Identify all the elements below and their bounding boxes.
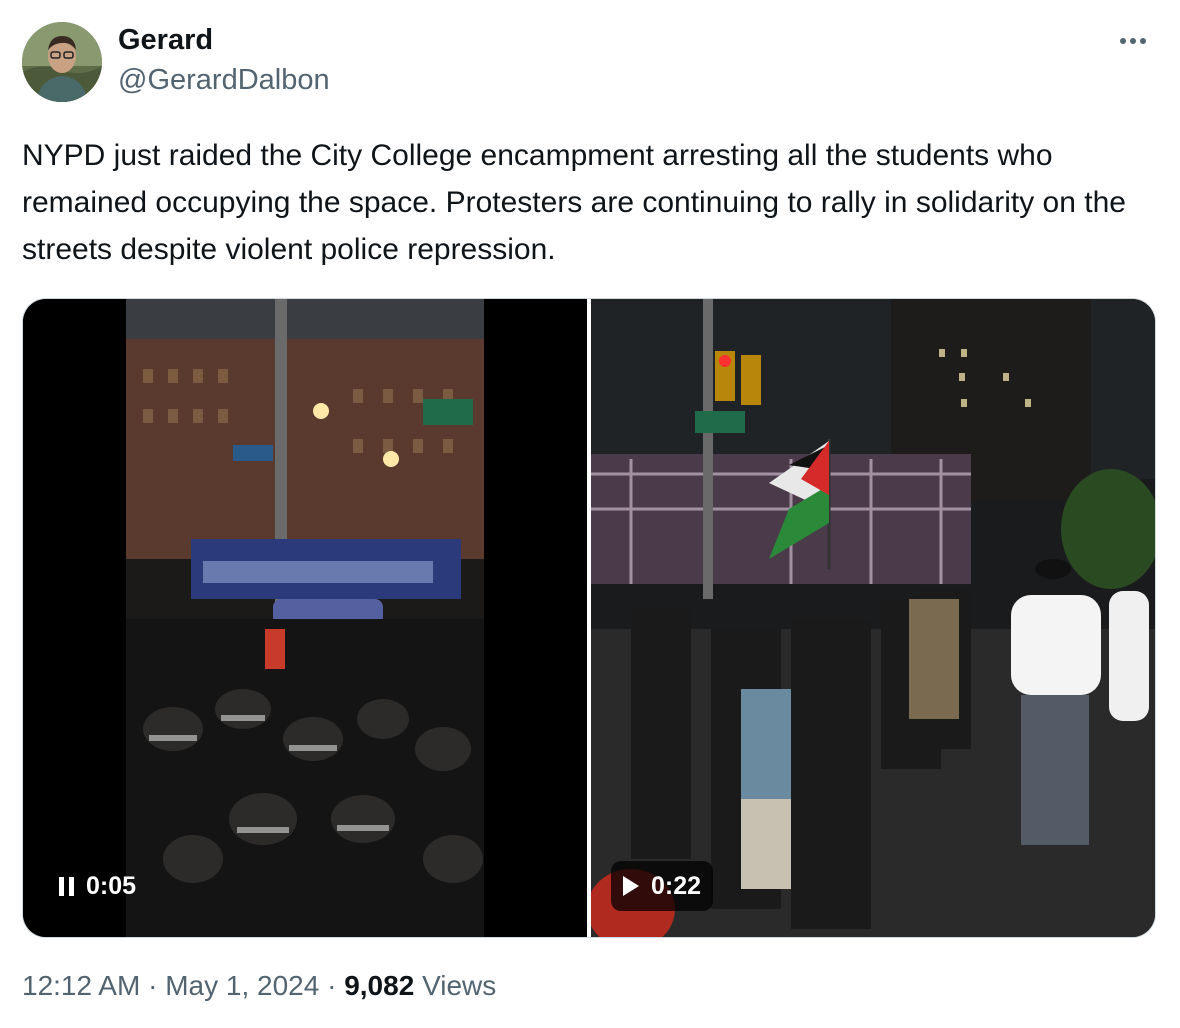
video-right-timestamp: 0:22: [651, 871, 702, 900]
tweet-date[interactable]: May 1, 2024: [165, 970, 319, 1001]
meta-separator: ·: [148, 970, 158, 1001]
more-icon: [1120, 38, 1146, 44]
tweet-time[interactable]: 12:12 AM: [22, 970, 140, 1001]
avatar-image: [22, 22, 102, 102]
play-icon[interactable]: [623, 876, 639, 896]
meta-separator: ·: [327, 970, 337, 1001]
tweet-meta: 12:12 AM · May 1, 2024 · 9,082 Views: [22, 970, 496, 1002]
media-grid: 0:05 0:22: [22, 298, 1156, 938]
avatar[interactable]: [22, 22, 102, 102]
handle[interactable]: @GerardDalbon: [118, 64, 330, 97]
pause-icon[interactable]: [59, 876, 74, 896]
video-right-frame: [591, 299, 1155, 937]
display-name[interactable]: Gerard: [118, 24, 213, 57]
video-left-timestamp: 0:05: [86, 871, 137, 900]
more-button[interactable]: [1112, 26, 1154, 56]
video-right-status: 0:22: [611, 861, 714, 911]
video-left-frame: [23, 299, 587, 937]
views-label: Views: [422, 970, 497, 1001]
video-left-status: 0:05: [47, 861, 148, 911]
video-right[interactable]: 0:22: [591, 299, 1155, 937]
video-left[interactable]: 0:05: [23, 299, 587, 937]
views-count[interactable]: 9,082: [344, 970, 414, 1001]
tweet-text: NYPD just raided the City College encamp…: [22, 139, 1126, 266]
